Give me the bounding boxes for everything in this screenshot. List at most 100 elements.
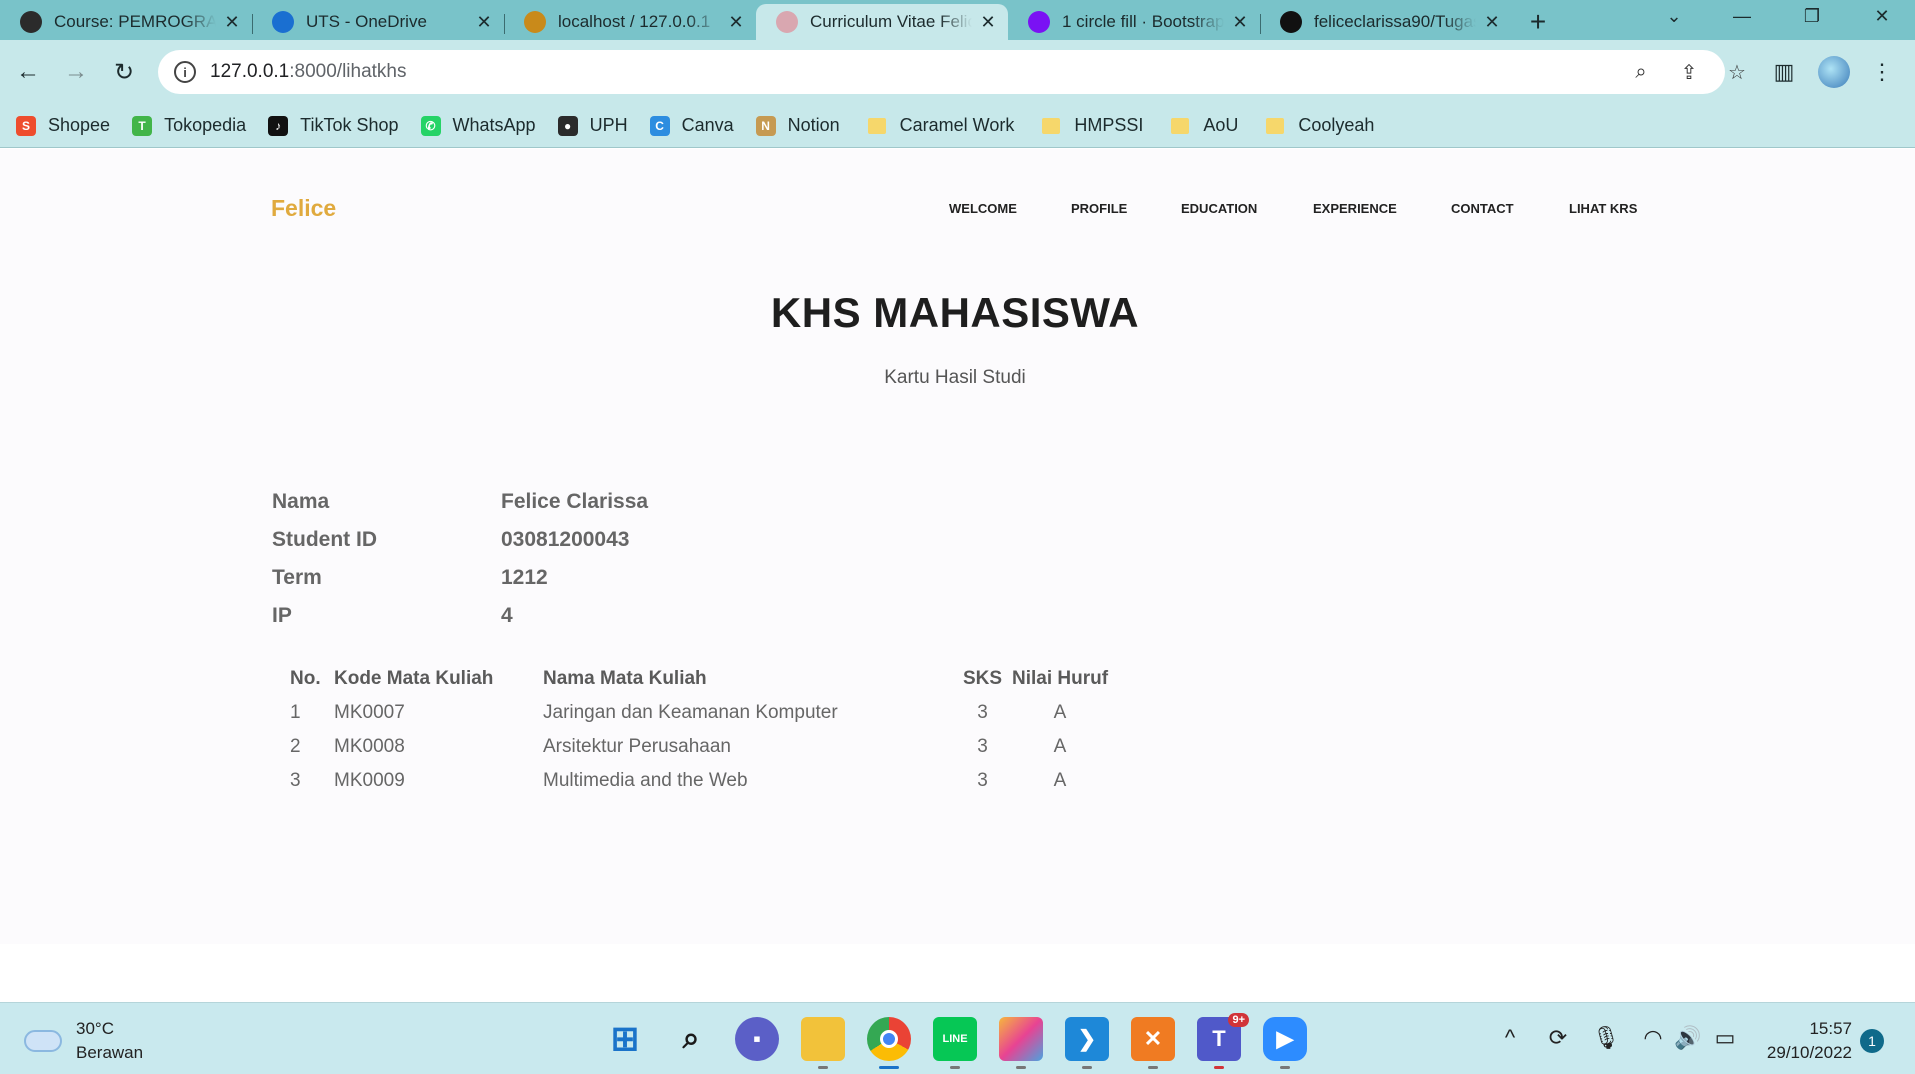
teams-icon[interactable]: T 9+	[1197, 1013, 1249, 1069]
restore-window-button[interactable]: ❐	[1782, 0, 1842, 32]
bookmarks-bar: S Shopee T Tokopedia ♪ TikTok Shop ✆ WhatsApp ● U…	[0, 104, 1915, 148]
bookmark-label: Coolyeah	[1298, 115, 1375, 135]
chrome-icon[interactable]	[867, 1017, 911, 1069]
info-label: Nama	[272, 490, 330, 513]
chat-icon[interactable]: ▪	[735, 1017, 779, 1061]
cloud-icon	[24, 1030, 62, 1052]
weather-condition: Berawan	[76, 1043, 144, 1062]
bookmark-item[interactable]: ♪ TikTok Shop	[268, 115, 399, 136]
browser-tab-strip: Course: PEMROGRAMAN✕UTS - OneDrive✕local…	[0, 0, 1915, 40]
bookmark-item[interactable]: Coolyeah	[1260, 115, 1374, 136]
info-row-term: Term 1212	[272, 559, 648, 597]
globe-icon: ●	[557, 115, 578, 136]
close-icon[interactable]: ✕	[1482, 12, 1502, 33]
bookmark-item[interactable]: T Tokopedia	[132, 115, 246, 136]
microphone-icon[interactable]: 🎙	[1591, 1025, 1621, 1051]
tab-title: localhost / 127.0.0.1	[558, 12, 711, 31]
site-info-icon[interactable]: i	[174, 61, 196, 83]
bookmark-label: HMPSSI	[1074, 115, 1144, 135]
nav-lihat-krs[interactable]: LIHAT KRS	[1569, 201, 1637, 216]
table-row: 2 MK0008 Arsitektur Perusahaan 3 A	[280, 730, 1110, 764]
column-header-nilai: Nilai Huruf	[1011, 668, 1109, 689]
new-tab-button[interactable]: +	[1518, 4, 1558, 40]
browser-tab[interactable]: localhost / 127.0.0.1 ✕	[504, 4, 756, 40]
whatsapp-icon: ✆	[420, 115, 441, 136]
profile-avatar[interactable]	[1814, 52, 1854, 92]
git-client-icon[interactable]	[999, 1017, 1043, 1069]
close-icon[interactable]: ✕	[978, 12, 998, 33]
nav-welcome[interactable]: WELCOME	[949, 201, 1017, 216]
forward-button[interactable]: →	[56, 52, 96, 92]
file-explorer-icon[interactable]	[801, 1017, 845, 1069]
close-icon[interactable]: ✕	[1230, 12, 1250, 33]
zoom-icon[interactable]: ⌕	[1626, 60, 1656, 84]
nav-education[interactable]: EDUCATION	[1181, 201, 1257, 216]
teams-badge: 9+	[1228, 1013, 1249, 1027]
bookmark-item[interactable]: N Notion	[755, 115, 840, 136]
address-bar[interactable]: i 127.0.0.1:8000/lihatkhs ⌕ ⇪ ☆	[158, 50, 1746, 94]
close-icon[interactable]: ✕	[726, 12, 746, 33]
url-path: :8000/lihatkhs	[289, 61, 407, 82]
table-header-row: No. Kode Mata Kuliah Nama Mata Kuliah SK…	[280, 662, 1110, 696]
tab-title: 1 circle fill · Bootstrap	[1062, 12, 1224, 31]
browser-tab[interactable]: UTS - OneDrive ✕	[252, 4, 504, 40]
bookmark-item[interactable]: S Shopee	[16, 115, 110, 136]
clock-date: 29/10/2022	[1766, 1043, 1852, 1062]
bookmark-item[interactable]: ✆ WhatsApp	[420, 115, 536, 136]
info-value: 1212	[501, 566, 548, 589]
sync-icon[interactable]: ⟳	[1543, 1025, 1573, 1051]
battery-icon[interactable]: ▭	[1710, 1025, 1740, 1051]
nav-experience[interactable]: EXPERIENCE	[1313, 201, 1397, 216]
minimize-window-button[interactable]: —	[1712, 0, 1772, 32]
cv-icon	[776, 11, 798, 33]
bookmark-label: UPH	[589, 115, 628, 135]
weather-widget[interactable]: 30°C Berawan	[24, 1017, 143, 1065]
avatar	[1818, 56, 1850, 88]
windows-start-icon[interactable]: ⊞	[603, 1017, 647, 1061]
bookmark-item[interactable]: ● UPH	[557, 115, 628, 136]
site-brand-link[interactable]: Felice	[271, 195, 336, 222]
browser-menu-icon[interactable]: ⋮	[1862, 52, 1902, 92]
notification-badge[interactable]: 1	[1860, 1029, 1884, 1053]
bookmark-item[interactable]: C Canva	[649, 115, 734, 136]
reload-button[interactable]: ↻	[104, 52, 144, 92]
back-button[interactable]: ←	[8, 52, 48, 92]
bootstrap-icon	[1028, 11, 1050, 33]
bookmark-label: TikTok Shop	[300, 115, 399, 135]
wifi-icon[interactable]: ◠	[1638, 1025, 1668, 1051]
nav-contact[interactable]: CONTACT	[1451, 201, 1514, 216]
show-hidden-icons-chevron-icon[interactable]: ^	[1495, 1025, 1525, 1051]
search-icon[interactable]: ⌕	[669, 1017, 713, 1061]
tab-search-chevron-icon[interactable]: ⌄	[1644, 0, 1704, 32]
cell-nama: Multimedia and the Web	[543, 770, 748, 791]
cell-kode: MK0009	[334, 770, 405, 791]
browser-tab[interactable]: Course: PEMROGRAMAN ✕	[0, 4, 252, 40]
cell-sks: 3	[977, 770, 988, 791]
info-value: 03081200043	[501, 528, 630, 551]
close-icon[interactable]: ✕	[474, 12, 494, 33]
browser-tab[interactable]: 1 circle fill · Bootstrap ✕	[1008, 4, 1260, 40]
zoom-icon[interactable]: ▶	[1263, 1017, 1307, 1069]
nav-profile[interactable]: PROFILE	[1071, 201, 1127, 216]
column-header-nama: Nama Mata Kuliah	[543, 668, 707, 689]
vscode-icon[interactable]: ❯	[1065, 1017, 1109, 1069]
bookmark-item[interactable]: Caramel Work	[862, 115, 1015, 136]
volume-icon[interactable]: 🔊	[1673, 1025, 1703, 1051]
tokopedia-icon: T	[132, 115, 153, 136]
bookmark-item[interactable]: HMPSSI	[1036, 115, 1143, 136]
xampp-icon[interactable]: ✕	[1131, 1017, 1175, 1069]
browser-tab[interactable]: Curriculum Vitae Felice ✕	[756, 4, 1008, 40]
side-panel-icon[interactable]: ▥	[1764, 52, 1804, 92]
page-subtitle: Kartu Hasil Studi	[884, 367, 1026, 388]
folder-icon	[867, 117, 886, 134]
browser-tab[interactable]: feliceclarissa90/Tugas ✕	[1260, 4, 1512, 40]
line-icon[interactable]: LINE	[933, 1017, 977, 1069]
share-icon[interactable]: ⇪	[1674, 60, 1704, 84]
system-clock[interactable]: 15:57 29/10/2022	[1756, 1017, 1852, 1065]
close-icon[interactable]: ✕	[222, 12, 242, 33]
bookmark-star-icon[interactable]: ☆	[1722, 60, 1752, 84]
close-window-button[interactable]: ✕	[1852, 0, 1912, 32]
bookmark-label: Caramel Work	[899, 115, 1015, 135]
bookmark-item[interactable]: AoU	[1165, 115, 1238, 136]
tab-title: Curriculum Vitae Felice	[810, 12, 972, 31]
